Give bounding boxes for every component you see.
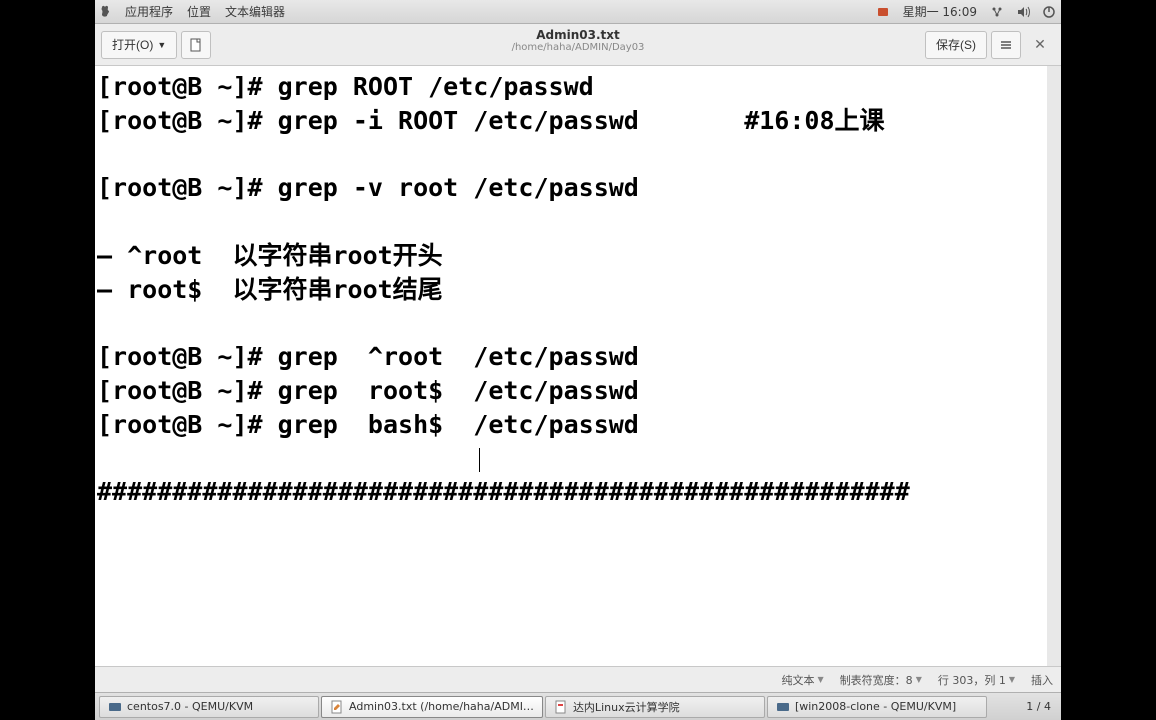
taskbar-item-admin03[interactable]: Admin03.txt (/home/haha/ADMI… [321,696,543,718]
taskbar: centos7.0 - QEMU/KVM Admin03.txt (/home/… [95,692,1061,720]
notification-icon[interactable] [875,4,891,20]
top-menu-bar: 应用程序 位置 文本编辑器 星期一 16:09 [95,0,1061,24]
clock-label[interactable]: 星期一 16:09 [901,3,979,20]
volume-icon[interactable] [1015,4,1031,20]
file-icon [554,700,568,714]
taskbar-item-win2008[interactable]: [win2008-clone - QEMU/KVM] [767,696,987,718]
status-bar: 纯文本 ▼ 制表符宽度：8 ▼ 行 303，列 1 ▼ 插入 [95,666,1061,692]
taskbar-item-centos[interactable]: centos7.0 - QEMU/KVM [99,696,319,718]
tab-width-selector[interactable]: 制表符宽度：8 ▼ [840,672,922,688]
vm-icon [776,700,790,714]
taskbar-item-tarena[interactable]: 达内Linux云计算学院 [545,696,765,718]
network-icon[interactable] [989,4,1005,20]
menu-places[interactable]: 位置 [185,3,213,20]
syntax-selector[interactable]: 纯文本 ▼ [782,672,824,688]
vm-icon [108,700,122,714]
hamburger-menu-button[interactable] [991,31,1021,59]
save-button[interactable]: 保存(S) [925,31,987,59]
close-button[interactable]: ✕ [1025,31,1055,59]
document-title: Admin03.txt [512,28,645,42]
gedit-icon [330,700,344,714]
menu-applications[interactable]: 应用程序 [123,3,175,20]
power-icon[interactable] [1041,4,1057,20]
chevron-down-icon: ▼ [916,675,922,684]
chevron-down-icon: ▼ [157,40,166,50]
menu-text-editor[interactable]: 文本编辑器 [223,3,287,20]
chevron-down-icon: ▼ [818,675,824,684]
editor-text-area[interactable]: [root@B ~]# grep ROOT /etc/passwd [root@… [95,66,1061,666]
gnome-foot-icon [99,5,113,19]
new-document-button[interactable] [181,31,211,59]
insert-mode-label: 插入 [1031,672,1053,688]
document-path: /home/haha/ADMIN/Day03 [512,42,645,53]
workspace-pager[interactable]: 1 / 4 [1020,700,1057,713]
open-button[interactable]: 打开(O) ▼ [101,31,177,59]
text-cursor [479,448,480,472]
chevron-down-icon: ▼ [1009,675,1015,684]
editor-toolbar: 打开(O) ▼ Admin03.txt /home/haha/ADMIN/Day… [95,24,1061,66]
cursor-position-selector[interactable]: 行 303，列 1 ▼ [938,672,1015,688]
